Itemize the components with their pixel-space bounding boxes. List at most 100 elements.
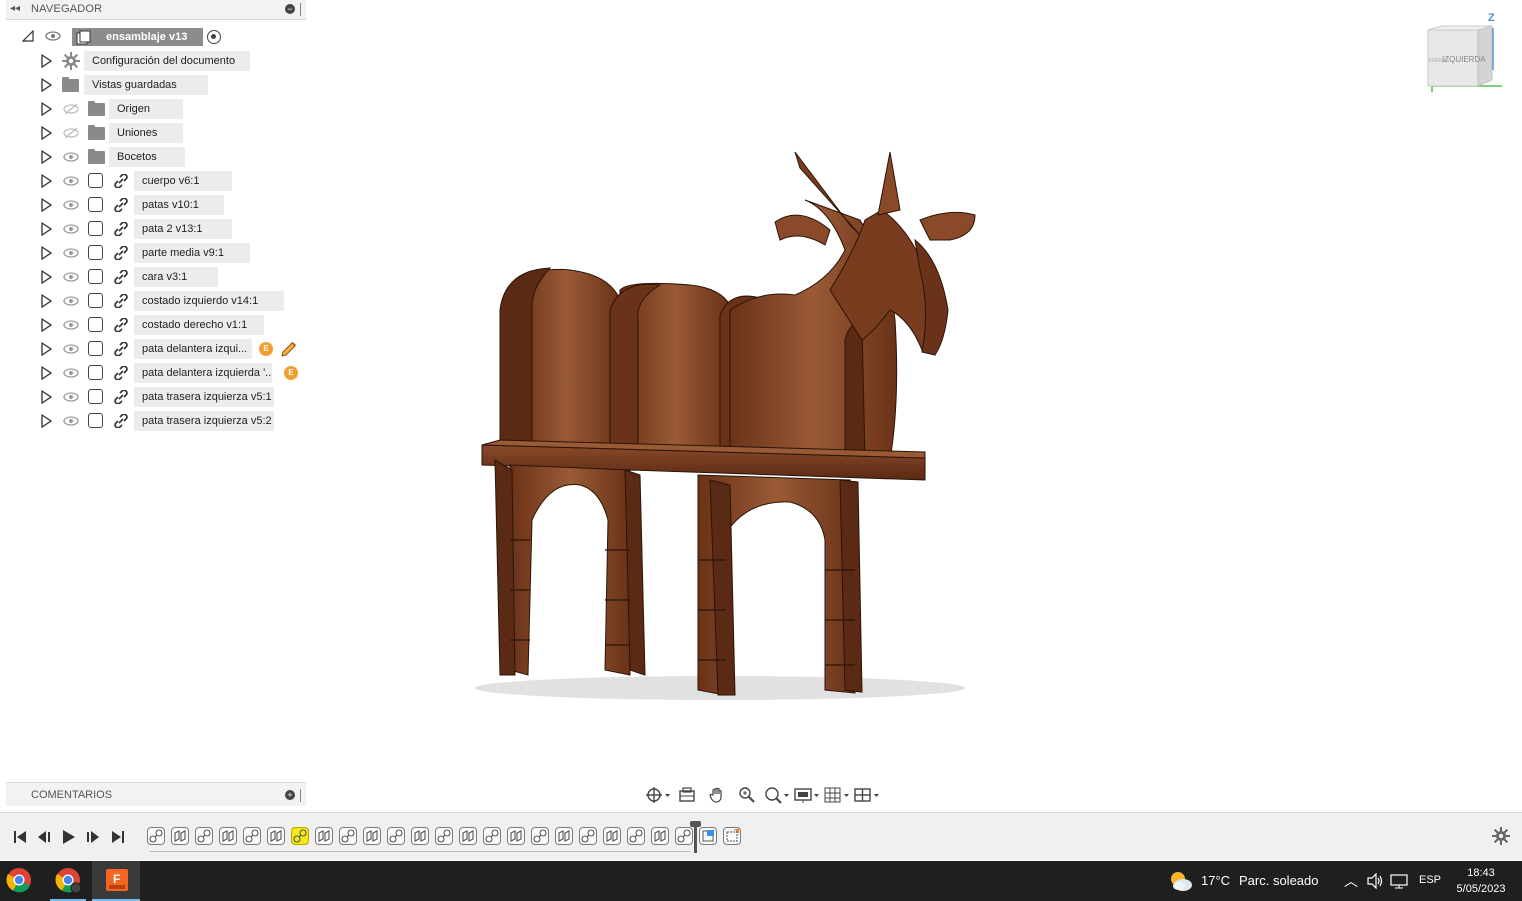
model-viewport-goat[interactable] bbox=[470, 140, 990, 720]
tree-item-label[interactable]: cuerpo v6:1 bbox=[134, 171, 232, 191]
visibility-eye-icon[interactable] bbox=[62, 175, 80, 189]
edit-badge-icon[interactable]: E bbox=[284, 366, 298, 380]
timeline-feature[interactable] bbox=[627, 827, 645, 845]
show-hidden-icons-chevron-icon[interactable]: ︿ bbox=[1344, 871, 1358, 891]
tree-item-label[interactable]: pata delantera izqui... bbox=[134, 339, 252, 359]
timeline-feature[interactable] bbox=[555, 827, 573, 845]
edit-badge-icon[interactable]: E bbox=[259, 342, 273, 356]
timeline-feature[interactable] bbox=[579, 827, 597, 845]
pan-icon[interactable] bbox=[703, 783, 731, 807]
minimize-icon[interactable]: − bbox=[285, 4, 295, 14]
tree-item-label[interactable]: costado izquierdo v14:1 bbox=[134, 291, 284, 311]
orbit-icon[interactable] bbox=[643, 783, 671, 807]
activate-radio-icon[interactable] bbox=[207, 30, 221, 44]
weather-description[interactable]: Parc. soleado bbox=[1239, 873, 1319, 888]
volume-icon[interactable] bbox=[1366, 872, 1384, 894]
timeline-feature[interactable] bbox=[243, 827, 261, 845]
timeline-feature-component[interactable] bbox=[723, 827, 741, 845]
chrome-profile-icon[interactable] bbox=[54, 866, 84, 896]
expand-triangle-icon[interactable] bbox=[40, 222, 52, 236]
visibility-eye-icon[interactable] bbox=[62, 151, 80, 165]
look-at-icon[interactable] bbox=[673, 783, 701, 807]
collapse-panel-icon[interactable]: ◂◂ bbox=[10, 3, 20, 14]
tree-item-row[interactable]: pata delantera izquierda '... E bbox=[6, 363, 306, 383]
expand-triangle-icon[interactable] bbox=[40, 318, 52, 332]
timeline-feature[interactable] bbox=[483, 827, 501, 845]
visibility-eye-icon[interactable] bbox=[62, 223, 80, 237]
tree-item-row[interactable]: patas v10:1 bbox=[6, 195, 306, 215]
viewcube[interactable]: IZQUIERDA FRENTE Z bbox=[1418, 8, 1518, 96]
visibility-eye-icon[interactable] bbox=[62, 343, 80, 357]
timeline-feature[interactable] bbox=[531, 827, 549, 845]
timeline-feature[interactable] bbox=[339, 827, 357, 845]
expand-triangle-icon[interactable] bbox=[40, 126, 52, 140]
timeline-feature[interactable] bbox=[435, 827, 453, 845]
expand-triangle-icon[interactable] bbox=[40, 174, 52, 188]
visibility-hidden-icon[interactable] bbox=[62, 127, 80, 141]
expand-triangle-icon[interactable] bbox=[40, 78, 52, 92]
panel-grip-icon[interactable] bbox=[300, 789, 302, 802]
go-to-end-icon[interactable] bbox=[108, 827, 128, 847]
tree-item-label[interactable]: pata trasera izquierza v5:2 bbox=[134, 411, 274, 431]
tree-item-row[interactable]: Configuración del documento bbox=[6, 51, 306, 71]
timeline-feature[interactable] bbox=[195, 827, 213, 845]
expand-triangle-icon[interactable] bbox=[40, 102, 52, 116]
tree-item-label[interactable]: patas v10:1 bbox=[134, 195, 224, 215]
timeline-feature[interactable] bbox=[507, 827, 525, 845]
tree-item-row[interactable]: costado derecho v1:1 bbox=[6, 315, 306, 335]
expand-triangle-icon[interactable] bbox=[40, 414, 52, 428]
expand-triangle-icon[interactable] bbox=[40, 270, 52, 284]
language-indicator[interactable]: ESP bbox=[1419, 874, 1441, 886]
timeline-feature[interactable] bbox=[315, 827, 333, 845]
zoom-icon[interactable] bbox=[733, 783, 761, 807]
grid-icon[interactable] bbox=[823, 783, 851, 807]
visibility-eye-icon[interactable] bbox=[62, 247, 80, 261]
expand-triangle-icon[interactable] bbox=[40, 294, 52, 308]
tree-item-row[interactable]: Vistas guardadas bbox=[6, 75, 306, 95]
timeline-feature[interactable] bbox=[387, 827, 405, 845]
timeline-feature[interactable] bbox=[171, 827, 189, 845]
tree-item-label[interactable]: pata 2 v13:1 bbox=[134, 219, 232, 239]
timeline-feature[interactable] bbox=[675, 827, 693, 845]
timeline-feature[interactable] bbox=[651, 827, 669, 845]
visibility-eye-icon[interactable] bbox=[62, 199, 80, 213]
play-icon[interactable] bbox=[58, 827, 78, 847]
tree-item-label[interactable]: Vistas guardadas bbox=[84, 75, 208, 95]
chrome-icon[interactable] bbox=[5, 866, 35, 896]
expand-triangle-icon[interactable] bbox=[40, 246, 52, 260]
panel-grip-icon[interactable] bbox=[300, 3, 302, 16]
expand-triangle-icon[interactable] bbox=[40, 150, 52, 164]
visibility-hidden-icon[interactable] bbox=[62, 103, 80, 117]
timeline-feature[interactable] bbox=[363, 827, 381, 845]
visibility-eye-icon[interactable] bbox=[62, 271, 80, 285]
clock[interactable]: 18:43 5/05/2023 bbox=[1448, 865, 1514, 897]
tree-item-label[interactable]: costado derecho v1:1 bbox=[134, 315, 264, 335]
tree-item-row[interactable]: cara v3:1 bbox=[6, 267, 306, 287]
timeline-feature[interactable] bbox=[459, 827, 477, 845]
step-back-icon[interactable] bbox=[34, 827, 54, 847]
go-to-start-icon[interactable] bbox=[10, 827, 30, 847]
tree-item-label[interactable]: pata delantera izquierda '... bbox=[134, 363, 272, 383]
step-forward-icon[interactable] bbox=[83, 827, 103, 847]
weather-partly-sunny-icon[interactable] bbox=[1168, 869, 1194, 893]
expand-triangle-icon[interactable] bbox=[40, 342, 52, 356]
fusion360-taskbar-button[interactable]: F bbox=[92, 861, 140, 901]
fit-icon[interactable] bbox=[763, 783, 791, 807]
navigator-header[interactable]: ◂◂ NAVEGADOR − bbox=[6, 0, 306, 20]
expand-triangle-icon[interactable] bbox=[40, 198, 52, 212]
tree-item-label[interactable]: Origen bbox=[109, 99, 183, 119]
tree-item-row[interactable]: Origen bbox=[6, 99, 306, 119]
weather-temperature[interactable]: 17°C bbox=[1201, 873, 1230, 888]
tree-item-row[interactable]: pata 2 v13:1 bbox=[6, 219, 306, 239]
tree-item-label[interactable]: Configuración del documento bbox=[84, 51, 250, 71]
tree-item-label[interactable]: cara v3:1 bbox=[134, 267, 218, 287]
tree-item-label[interactable]: parte media v9:1 bbox=[134, 243, 250, 263]
timeline-feature[interactable] bbox=[219, 827, 237, 845]
timeline-feature-sketch[interactable] bbox=[699, 827, 717, 845]
timeline-feature-selected[interactable] bbox=[291, 827, 309, 845]
tree-item-label[interactable]: Uniones bbox=[109, 123, 183, 143]
timeline-settings-gear-icon[interactable] bbox=[1492, 827, 1510, 845]
collapse-triangle-icon[interactable] bbox=[22, 30, 34, 44]
tree-item-row[interactable]: pata trasera izquierza v5:1 bbox=[6, 387, 306, 407]
visibility-eye-icon[interactable] bbox=[62, 319, 80, 333]
